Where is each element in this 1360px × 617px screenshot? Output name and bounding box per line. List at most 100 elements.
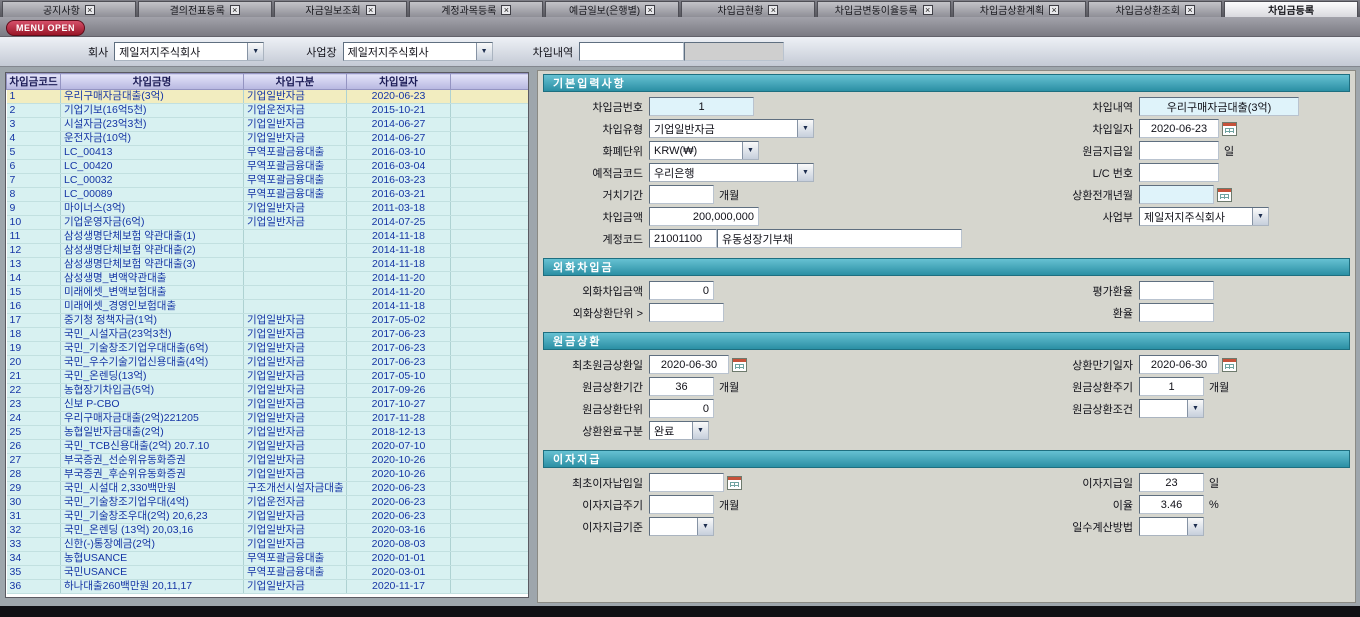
table-row[interactable]: 10기업운영자금(6억)기업일반자금2014-07-25 xyxy=(7,216,529,230)
table-row[interactable]: 13삼성생명단체보험 약관대출(3)2014-11-18 xyxy=(7,258,529,272)
calendar-icon[interactable] xyxy=(1217,188,1232,202)
table-row[interactable]: 18국민_시설자금(23억3천)기업일반자금2017-06-23 xyxy=(7,328,529,342)
principal-pay-day-input[interactable] xyxy=(1139,141,1219,160)
tab-close-icon[interactable]: × xyxy=(230,5,240,15)
tab-item[interactable]: 차입금등록 xyxy=(1224,1,1358,17)
calendar-icon[interactable] xyxy=(732,358,747,372)
grace-period-input[interactable] xyxy=(649,185,714,204)
table-row[interactable]: 5LC_00413무역포괄금융대출2016-03-10 xyxy=(7,146,529,160)
tab-label: 자금일보조회 xyxy=(305,2,360,17)
tab-item[interactable]: 계정과목등록× xyxy=(409,1,543,17)
table-row[interactable]: 26국민_TCB신용대출(2억) 20.7.10기업일반자금2020-07-10 xyxy=(7,440,529,454)
account-name-input[interactable] xyxy=(717,229,962,248)
tab-item[interactable]: 차입금변동이율등록× xyxy=(817,1,951,17)
day-count-method-select[interactable]: ▼ xyxy=(1139,517,1204,536)
table-row[interactable]: 11삼성생명단체보험 약관대출(1)2014-11-18 xyxy=(7,230,529,244)
tab-close-icon[interactable]: × xyxy=(1049,5,1059,15)
tab-item[interactable]: 공지사항× xyxy=(2,1,136,17)
table-row[interactable]: 21국민_온렌딩(13억)기업일반자금2017-05-10 xyxy=(7,370,529,384)
fx-amount-input[interactable] xyxy=(649,281,714,300)
currency-select[interactable]: KRW(₩) ▼ xyxy=(649,141,759,160)
table-row[interactable]: 35국민USANCE무역포괄금융대출2020-03-01 xyxy=(7,566,529,580)
table-row[interactable]: 9마이너스(3억)기업일반자금2011-03-18 xyxy=(7,202,529,216)
table-row[interactable]: 22농협장기차입금(5억)기업일반자금2017-09-26 xyxy=(7,384,529,398)
lc-no-input[interactable] xyxy=(1139,163,1219,182)
table-row[interactable]: 1우리구매자금대출(3억)기업일반자금2020-06-23 xyxy=(7,90,529,104)
table-row[interactable]: 34농협USANCE무역포괄금융대출2020-01-01 xyxy=(7,552,529,566)
table-row[interactable]: 23신보 P-CBO기업일반자금2017-10-27 xyxy=(7,398,529,412)
principal-repay-unit-input[interactable] xyxy=(649,399,714,418)
table-row[interactable]: 27부국증권_선순위유동화증권기업일반자금2020-10-26 xyxy=(7,454,529,468)
loan-date-input[interactable] xyxy=(1139,119,1219,138)
table-row[interactable]: 2기업기보(16억5천)기업운전자금2015-10-21 xyxy=(7,104,529,118)
calendar-icon[interactable] xyxy=(1222,122,1237,136)
loan-search-input[interactable] xyxy=(579,42,684,61)
table-row[interactable]: 24우리구매자금대출(2억)221205기업일반자금2017-11-28 xyxy=(7,412,529,426)
eval-rate-input[interactable] xyxy=(1139,281,1214,300)
table-row[interactable]: 7LC_00032무역포괄금융대출2016-03-23 xyxy=(7,174,529,188)
principal-repay-period-input[interactable] xyxy=(649,377,714,396)
table-row[interactable]: 12삼성생명단체보험 약관대출(2)2014-11-18 xyxy=(7,244,529,258)
table-row[interactable]: 14삼성생명_변액약관대출2014-11-20 xyxy=(7,272,529,286)
loan-type-select[interactable]: 기업일반자금 ▼ xyxy=(649,119,814,138)
fx-repay-unit-input[interactable] xyxy=(649,303,724,322)
table-row[interactable]: 3시설자금(23억3천)기업일반자금2014-06-27 xyxy=(7,118,529,132)
account-code-input[interactable] xyxy=(649,229,717,248)
loan-type-label: 차입유형 xyxy=(543,121,643,137)
table-row[interactable]: 36하나대출260백만원 20,11,17기업일반자금2020-11-17 xyxy=(7,580,529,594)
interest-cycle-input[interactable] xyxy=(649,495,714,514)
table-row[interactable]: 19국민_기술창조기업우대대출(6억)기업일반자금2017-06-23 xyxy=(7,342,529,356)
principal-repay-cycle-input[interactable] xyxy=(1139,377,1204,396)
loan-detail-input[interactable] xyxy=(1139,97,1299,116)
tab-item[interactable]: 차입금현황× xyxy=(681,1,815,17)
principal-repay-condition-select[interactable]: ▼ xyxy=(1139,399,1204,418)
tab-item[interactable]: 예금일보(은행별)× xyxy=(545,1,679,17)
table-row[interactable]: 17중기청 정책자금(1억)기업일반자금2017-05-02 xyxy=(7,314,529,328)
company-select[interactable]: 제일저지주식회사 ▼ xyxy=(114,42,264,61)
table-row[interactable]: 16미래에셋_경영인보험대출2014-11-18 xyxy=(7,300,529,314)
calendar-icon[interactable] xyxy=(1222,358,1237,372)
table-row[interactable]: 4운전자금(10억)기업일반자금2014-06-27 xyxy=(7,132,529,146)
loan-detail-panel: 기본입력사항 차입금번호 차입내역 차입유형 기업일반 xyxy=(537,70,1356,603)
table-row[interactable]: 8LC_00089무역포괄금융대출2016-03-21 xyxy=(7,188,529,202)
tab-item[interactable]: 차입금상환조회× xyxy=(1088,1,1222,17)
tab-close-icon[interactable]: × xyxy=(768,5,778,15)
tab-close-icon[interactable]: × xyxy=(501,5,511,15)
table-row[interactable]: 30국민_기술창조기업우대(4억)기업운전자금2020-06-23 xyxy=(7,496,529,510)
interest-pay-day-input[interactable] xyxy=(1139,473,1204,492)
first-interest-pay-date-input[interactable] xyxy=(649,473,724,492)
table-row[interactable]: 15미래에셋_변액보험대출2014-11-20 xyxy=(7,286,529,300)
interest-rate-input[interactable] xyxy=(1139,495,1204,514)
division-select[interactable]: 제일저지주식회사 ▼ xyxy=(1139,207,1269,226)
repay-complete-select[interactable]: 완료 ▼ xyxy=(649,421,709,440)
maturity-date-input[interactable] xyxy=(1139,355,1219,374)
menu-open-button[interactable]: MENU OPEN xyxy=(6,20,85,36)
repay-start-ym-input[interactable] xyxy=(1139,185,1214,204)
table-row[interactable]: 33신한(-)통장예금(2억)기업일반자금2020-08-03 xyxy=(7,538,529,552)
first-principal-repay-date-input[interactable] xyxy=(649,355,729,374)
eval-rate-label: 평가환율 xyxy=(1021,283,1133,299)
table-row[interactable]: 6LC_00420무역포괄금융대출2016-03-04 xyxy=(7,160,529,174)
tab-item[interactable]: 차입금상환계획× xyxy=(953,1,1087,17)
interest-basis-select[interactable]: ▼ xyxy=(649,517,714,536)
tab-close-icon[interactable]: × xyxy=(85,5,95,15)
calendar-icon[interactable] xyxy=(727,476,742,490)
table-row[interactable]: 31국민_기술창조우대(2억) 20,6,23기업일반자금2020-06-23 xyxy=(7,510,529,524)
tab-close-icon[interactable]: × xyxy=(645,5,655,15)
loan-amount-input[interactable] xyxy=(649,207,759,226)
table-row[interactable]: 28부국증권_후순위유동화증권기업일반자금2020-10-26 xyxy=(7,468,529,482)
table-row[interactable]: 29국민_시설대 2,330백만원구조개선시설자금대출2020-06-23 xyxy=(7,482,529,496)
table-row[interactable]: 32국민_온렌딩 (13억) 20,03,16기업일반자금2020-03-16 xyxy=(7,524,529,538)
tab-item[interactable]: 결의전표등록× xyxy=(138,1,272,17)
deposit-code-select[interactable]: 우리은행 ▼ xyxy=(649,163,814,182)
table-row[interactable]: 20국민_우수기술기업신용대출(4억)기업일반자금2017-06-23 xyxy=(7,356,529,370)
site-select[interactable]: 제일저지주식회사 ▼ xyxy=(343,42,493,61)
loan-no-input[interactable] xyxy=(649,97,754,116)
tab-close-icon[interactable]: × xyxy=(366,5,376,15)
tab-close-icon[interactable]: × xyxy=(1185,5,1195,15)
tab-close-icon[interactable]: × xyxy=(923,5,933,15)
exchange-rate-label: 환율 xyxy=(1021,305,1133,321)
table-row[interactable]: 25농협일반자금대출(2억)기업일반자금2018-12-13 xyxy=(7,426,529,440)
exchange-rate-input[interactable] xyxy=(1139,303,1214,322)
tab-item[interactable]: 자금일보조회 × xyxy=(274,1,408,17)
